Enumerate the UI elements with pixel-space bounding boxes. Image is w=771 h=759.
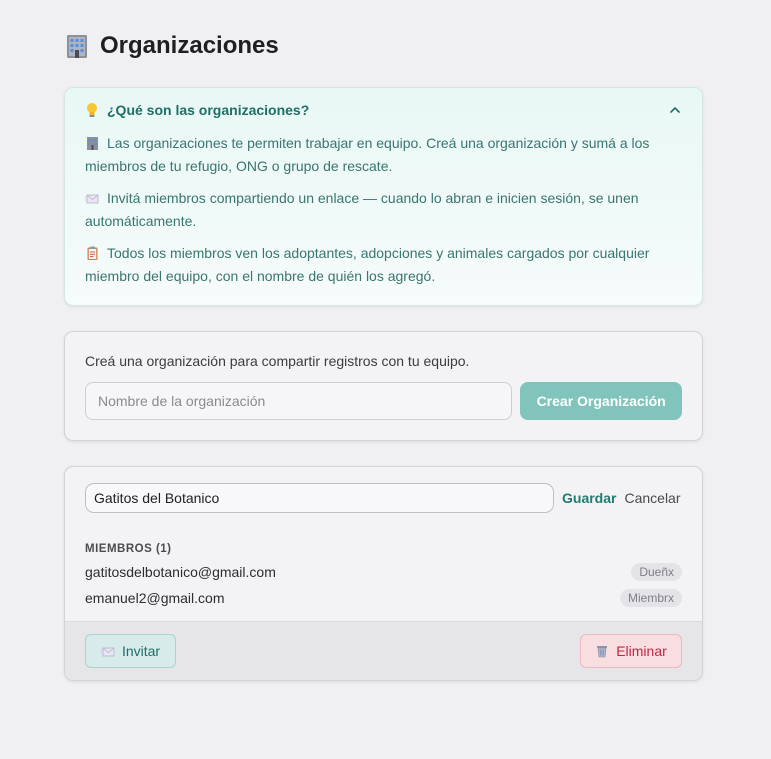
save-button[interactable]: Guardar [562, 490, 616, 506]
envelope-icon [100, 644, 115, 658]
info-title-wrap: ¿Qué son las organizaciones? [85, 102, 309, 118]
clipboard-icon [85, 244, 100, 260]
info-panel-header[interactable]: ¿Qué son las organizaciones? [85, 102, 682, 118]
info-paragraph-invite: Invitá miembros compartiendo un enlace —… [85, 187, 682, 232]
create-organization-button[interactable]: Crear Organización [520, 382, 682, 420]
info-paragraph-teams: Las organizaciones te permiten trabajar … [85, 132, 682, 177]
organization-card: Guardar Cancelar MIEMBROS (1) gatitosdel… [64, 466, 703, 681]
page-title: Organizaciones [100, 32, 279, 59]
cancel-button[interactable]: Cancelar [624, 490, 680, 506]
member-row: gatitosdelbotanico@gmail.com Dueñx [85, 559, 682, 585]
lightbulb-icon [85, 102, 99, 118]
info-paragraph-teams-text: Las organizaciones te permiten trabajar … [85, 135, 650, 174]
member-row: emanuel2@gmail.com Miembrx [85, 585, 682, 611]
members-heading: MIEMBROS (1) [85, 543, 172, 555]
create-organization-card: Creá una organización para compartir reg… [64, 331, 703, 441]
envelope-icon [85, 189, 100, 204]
organization-actions: Invitar Eliminar [65, 621, 702, 680]
organization-card-body: Guardar Cancelar MIEMBROS (1) gatitosdel… [65, 467, 702, 621]
page-header: Organizaciones [64, 30, 703, 62]
info-paragraph-visibility: Todos los miembros ven los adoptantes, a… [85, 242, 682, 287]
role-badge: Dueñx [631, 563, 682, 581]
organization-rename-input[interactable] [85, 483, 554, 513]
chevron-up-icon[interactable] [668, 103, 682, 117]
info-title: ¿Qué son las organizaciones? [107, 102, 310, 118]
role-badge: Miembrx [619, 589, 682, 607]
create-row: Crear Organización [85, 382, 682, 420]
office-building-icon [85, 134, 100, 150]
info-panel: ¿Qué son las organizaciones? Las organiz… [64, 87, 703, 306]
delete-organization-button[interactable]: Eliminar [580, 634, 682, 668]
invite-button[interactable]: Invitar [85, 634, 176, 668]
info-paragraph-visibility-text: Todos los miembros ven los adoptantes, a… [85, 245, 650, 284]
office-building-icon [64, 33, 90, 59]
member-email: gatitosdelbotanico@gmail.com [85, 564, 276, 580]
create-description: Creá una organización para compartir reg… [85, 353, 470, 369]
organization-edit-row: Guardar Cancelar [85, 483, 682, 513]
info-paragraph-invite-text: Invitá miembros compartiendo un enlace —… [85, 190, 639, 229]
delete-button-label: Eliminar [616, 643, 667, 659]
trash-icon [595, 644, 609, 658]
member-email: emanuel2@gmail.com [85, 590, 225, 606]
organization-name-input[interactable] [85, 382, 513, 420]
organizations-page: Organizaciones ¿Qué son las organizacion… [64, 30, 703, 681]
invite-button-label: Invitar [121, 643, 161, 659]
